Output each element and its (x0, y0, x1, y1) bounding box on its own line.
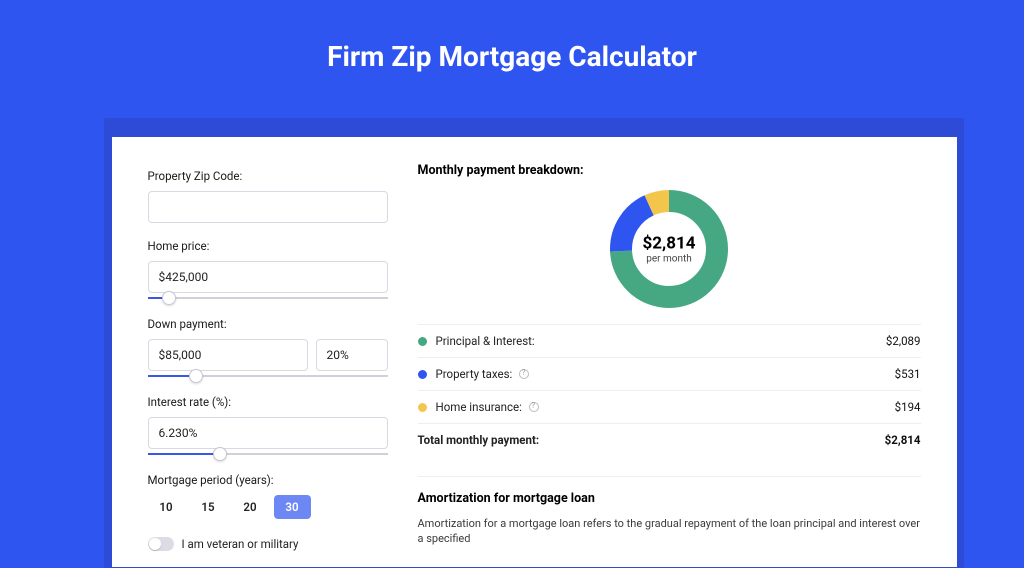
period-30-button[interactable]: 30 (274, 495, 311, 519)
legend-value: $194 (895, 400, 921, 414)
price-slider-thumb[interactable] (162, 291, 176, 305)
down-label: Down payment: (148, 317, 388, 331)
legend: Principal & Interest: $2,089 Property ta… (418, 324, 921, 456)
down-slider[interactable] (148, 369, 388, 383)
amort-title: Amortization for mortgage loan (418, 491, 921, 506)
legend-row-taxes: Property taxes: $531 (418, 358, 921, 391)
legend-dot-icon (418, 403, 427, 412)
down-amount-input[interactable] (148, 339, 308, 371)
legend-value: $2,089 (886, 334, 921, 348)
total-value: $2,814 (885, 433, 921, 447)
legend-label: Property taxes: (436, 367, 895, 381)
legend-text: Home insurance: (436, 400, 522, 414)
form-column: Property Zip Code: Home price: Down paym… (148, 163, 388, 547)
calculator-panel: Property Zip Code: Home price: Down paym… (112, 137, 957, 567)
period-20-button[interactable]: 20 (232, 495, 269, 519)
period-15-button[interactable]: 15 (190, 495, 227, 519)
veteran-label: I am veteran or military (182, 537, 299, 551)
total-label: Total monthly payment: (418, 433, 885, 447)
legend-label: Home insurance: (436, 400, 895, 414)
down-percent-input[interactable] (316, 339, 388, 371)
legend-row-insurance: Home insurance: $194 (418, 391, 921, 424)
price-input[interactable] (148, 261, 388, 293)
info-icon[interactable] (519, 369, 529, 379)
breakdown-donut: $2,814 per month (608, 188, 730, 310)
price-slider[interactable] (148, 291, 388, 305)
legend-text: Property taxes: (436, 367, 513, 381)
legend-label: Principal & Interest: (436, 334, 886, 348)
breakdown-column: Monthly payment breakdown: $2,814 per mo… (418, 163, 921, 547)
page-title: Firm Zip Mortgage Calculator (0, 0, 1024, 97)
legend-dot-icon (418, 337, 427, 346)
zip-label: Property Zip Code: (148, 169, 388, 183)
rate-label: Interest rate (%): (148, 395, 388, 409)
legend-value: $531 (895, 367, 921, 381)
amortization-section: Amortization for mortgage loan Amortizat… (418, 476, 921, 547)
legend-dot-icon (418, 370, 427, 379)
breakdown-title: Monthly payment breakdown: (418, 163, 921, 178)
donut-amount: $2,814 (643, 234, 696, 254)
amort-text: Amortization for a mortgage loan refers … (418, 516, 921, 547)
donut-sub: per month (643, 254, 696, 265)
rate-slider[interactable] (148, 447, 388, 461)
legend-row-principal: Principal & Interest: $2,089 (418, 325, 921, 358)
calculator-frame: Property Zip Code: Home price: Down paym… (104, 118, 964, 568)
period-label: Mortgage period (years): (148, 473, 388, 487)
period-10-button[interactable]: 10 (148, 495, 185, 519)
down-slider-thumb[interactable] (189, 369, 203, 383)
rate-input[interactable] (148, 417, 388, 449)
legend-row-total: Total monthly payment: $2,814 (418, 424, 921, 456)
info-icon[interactable] (529, 402, 539, 412)
veteran-toggle[interactable] (148, 537, 174, 551)
price-label: Home price: (148, 239, 388, 253)
rate-slider-thumb[interactable] (213, 447, 227, 461)
zip-input[interactable] (148, 191, 388, 223)
period-group: 10 15 20 30 (148, 495, 388, 519)
